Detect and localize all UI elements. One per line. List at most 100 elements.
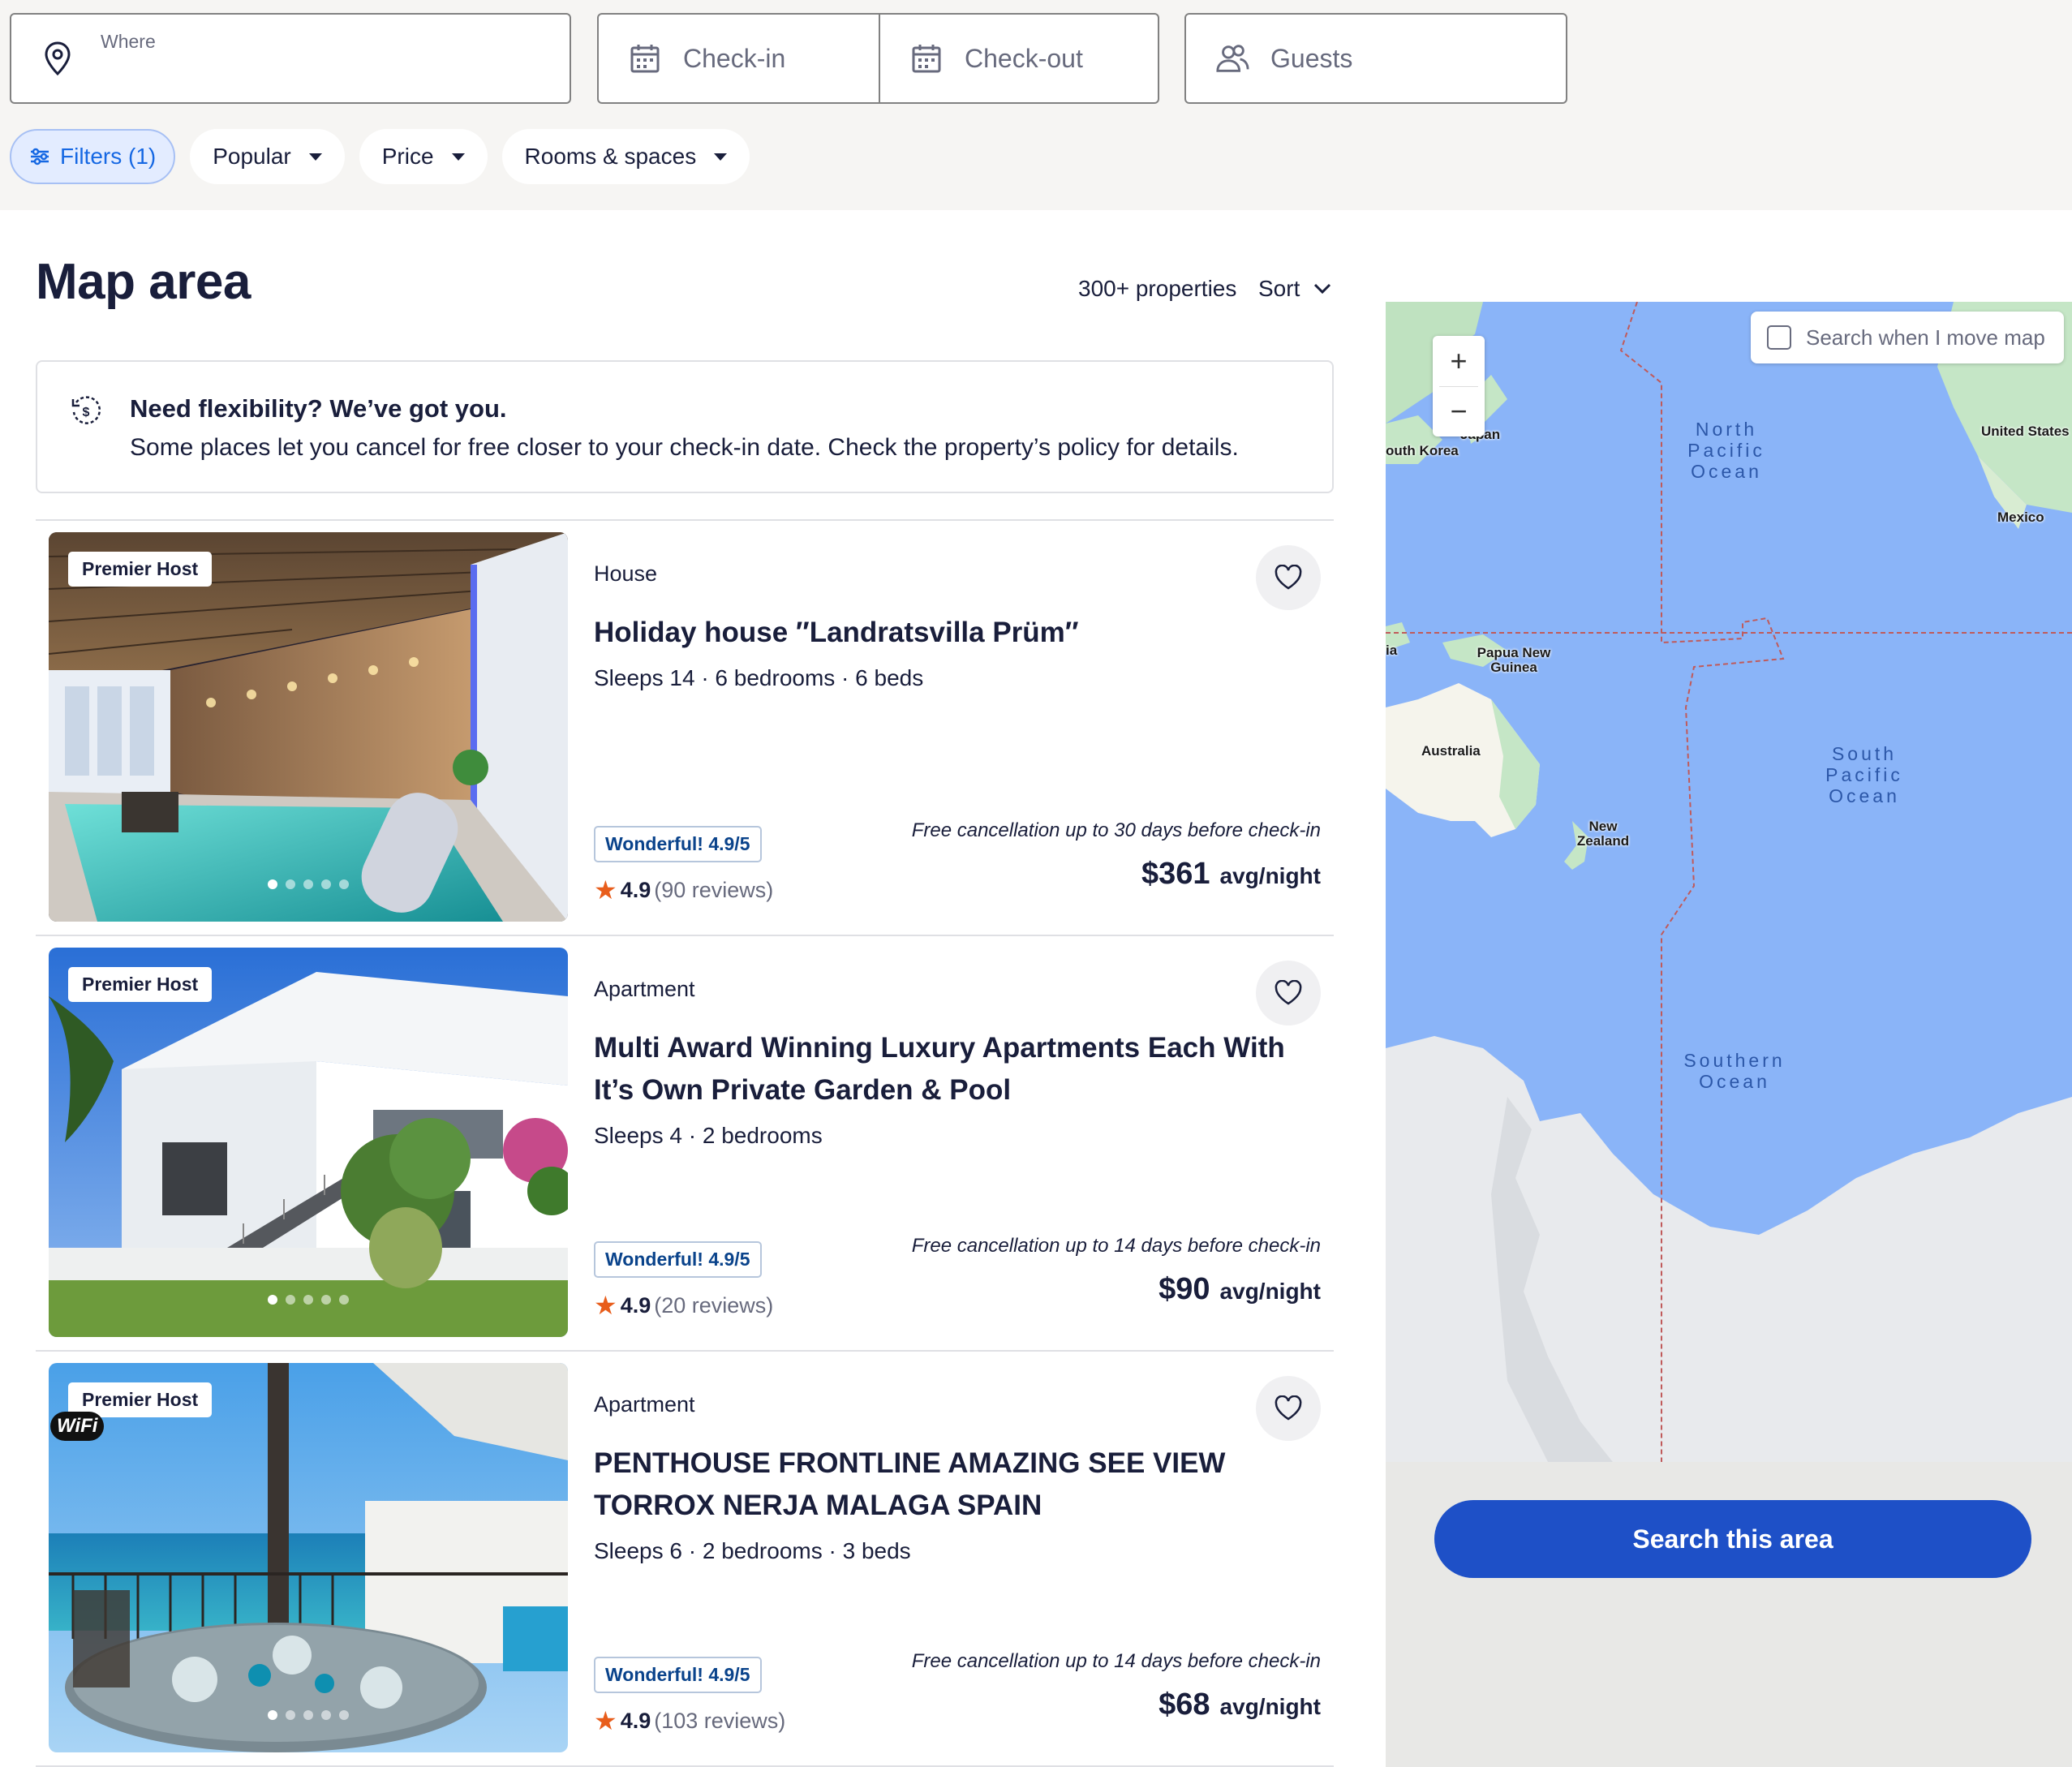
checkout-label: Check-out (965, 43, 1083, 73)
sort-button[interactable]: Sort (1258, 276, 1332, 302)
rooms-dropdown[interactable]: Rooms & spaces (501, 129, 750, 184)
map-panel: outh Korea Japan United States Mexico ia… (1386, 302, 2072, 1767)
carousel-dot[interactable] (321, 1295, 331, 1305)
filters-label: Filters (1) (60, 144, 157, 169)
svg-text:$: $ (83, 406, 90, 419)
map-label: ia (1386, 643, 1398, 658)
carousel-dots[interactable] (49, 1295, 568, 1305)
where-field[interactable]: Where (10, 13, 571, 104)
map-label: Mexico (1997, 509, 2044, 525)
property-details: Sleeps 14 · 6 bedrooms · 6 beds (594, 665, 924, 690)
guests-label: Guests (1270, 43, 1353, 73)
property-name[interactable]: Holiday house ″Landratsvilla Prüm″ (594, 612, 1308, 654)
wifi-logo: WiFi (50, 1412, 105, 1441)
price-unit: avg/night (1219, 863, 1321, 888)
property-details: Sleeps 4 · 2 bedrooms (594, 1123, 823, 1148)
property-name[interactable]: PENTHOUSE FRONTLINE AMAZING SEE VIEW TOR… (594, 1442, 1308, 1527)
price-amount: $68 (1159, 1687, 1210, 1722)
zoom-in-button[interactable]: + (1433, 336, 1485, 386)
price: $68 avg/night (1159, 1687, 1321, 1722)
listing-photo[interactable]: Premier Host WiFi (49, 1363, 568, 1752)
rating-badge: Wonderful! 4.9/5 (594, 826, 762, 862)
search-on-move-toggle[interactable]: Search when I move map (1751, 312, 2064, 363)
listing-card[interactable]: Premier Host House Holiday house ″Landra… (36, 521, 1334, 936)
carousel-dot[interactable] (339, 879, 349, 889)
checkin-field[interactable]: Check-in (597, 13, 880, 104)
listing-photo[interactable]: Premier Host (49, 948, 568, 1337)
star-icon: ★ (594, 875, 617, 905)
villa-photo (49, 948, 568, 1337)
page-title: Map area (36, 254, 251, 310)
carousel-dot[interactable] (321, 879, 331, 889)
map-canvas[interactable]: outh Korea Japan United States Mexico ia… (1386, 302, 2072, 1462)
favorite-button[interactable] (1256, 961, 1321, 1025)
price-dropdown[interactable]: Price (359, 129, 488, 184)
zoom-controls: + − (1433, 336, 1485, 436)
map-label: Papua New Guinea (1477, 645, 1551, 675)
price-unit: avg/night (1219, 1694, 1321, 1719)
favorite-button[interactable] (1256, 545, 1321, 610)
heart-icon (1275, 1395, 1302, 1421)
carousel-dot[interactable] (286, 879, 295, 889)
carousel-dot[interactable] (286, 1710, 295, 1720)
search-header: Where Check-in Check-out Guests Filters … (0, 0, 2072, 210)
price: $90 avg/night (1159, 1272, 1321, 1307)
terrace-photo (49, 1363, 568, 1752)
property-type: Apartment (594, 977, 695, 1001)
pool-photo (49, 532, 568, 922)
zoom-separator (1439, 386, 1478, 387)
filters-button[interactable]: Filters (1) (10, 129, 176, 184)
map-label: Australia (1421, 743, 1481, 759)
caret-down-icon (308, 153, 322, 161)
carousel-dot[interactable] (303, 1295, 313, 1305)
map-label: United States (1981, 423, 2070, 439)
listing-photo[interactable]: Premier Host (49, 532, 568, 922)
carousel-dot[interactable] (303, 879, 313, 889)
checkout-field[interactable]: Check-out (879, 13, 1159, 104)
banner-body: Some places let you cancel for free clos… (130, 434, 1239, 461)
carousel-dot[interactable] (339, 1295, 349, 1305)
map-label: New Zealand (1576, 819, 1630, 849)
carousel-dots[interactable] (49, 879, 568, 889)
listing-card[interactable]: Premier Host Apartment Multi Award Winni… (36, 936, 1334, 1352)
carousel-dot[interactable] (268, 879, 277, 889)
caret-down-icon (714, 153, 728, 161)
cancellation-policy: Free cancellation up to 14 days before c… (911, 1650, 1321, 1672)
carousel-dots[interactable] (49, 1710, 568, 1720)
review-summary: ★ 4.9 (103 reviews) (594, 1705, 785, 1736)
zoom-out-button[interactable]: − (1433, 386, 1485, 436)
property-name[interactable]: Multi Award Winning Luxury Apartments Ea… (594, 1027, 1308, 1111)
cancellation-policy: Free cancellation up to 14 days before c… (911, 1235, 1321, 1257)
ocean-label: Southern Ocean (1683, 1050, 1786, 1092)
cancellation-policy: Free cancellation up to 30 days before c… (911, 819, 1321, 841)
ocean-label: South Pacific Ocean (1825, 743, 1903, 806)
rooms-label: Rooms & spaces (524, 144, 697, 169)
calendar-icon (909, 41, 944, 75)
carousel-dot[interactable] (303, 1710, 313, 1720)
review-count: (103 reviews) (654, 1708, 786, 1733)
sort-label: Sort (1258, 276, 1300, 301)
property-type: Apartment (594, 1392, 695, 1417)
carousel-dot[interactable] (321, 1710, 331, 1720)
banner-title: Need flexibility? We’ve got you. (130, 394, 507, 423)
refund-clock-icon: $ (70, 394, 102, 431)
favorite-button[interactable] (1256, 1376, 1321, 1441)
checkbox[interactable] (1767, 325, 1791, 350)
guests-field[interactable]: Guests (1184, 13, 1567, 104)
review-summary: ★ 4.9 (20 reviews) (594, 1290, 773, 1321)
carousel-dot[interactable] (286, 1295, 295, 1305)
carousel-dot[interactable] (268, 1295, 277, 1305)
rating-value: 4.9 (620, 1292, 651, 1318)
heart-icon (1275, 565, 1302, 590)
rating-badge: Wonderful! 4.9/5 (594, 1241, 762, 1278)
rating-badge: Wonderful! 4.9/5 (594, 1657, 762, 1693)
listing-card[interactable]: Premier Host WiFi Apartment PENTHOUSE FR… (36, 1352, 1334, 1767)
review-summary: ★ 4.9 (90 reviews) (594, 875, 773, 905)
carousel-dot[interactable] (268, 1710, 277, 1720)
popular-label: Popular (213, 144, 291, 169)
map-label: outh Korea (1386, 443, 1459, 458)
popular-dropdown[interactable]: Popular (190, 129, 345, 184)
checkin-label: Check-in (683, 43, 786, 73)
search-this-area-button[interactable]: Search this area (1434, 1500, 2031, 1578)
carousel-dot[interactable] (339, 1710, 349, 1720)
